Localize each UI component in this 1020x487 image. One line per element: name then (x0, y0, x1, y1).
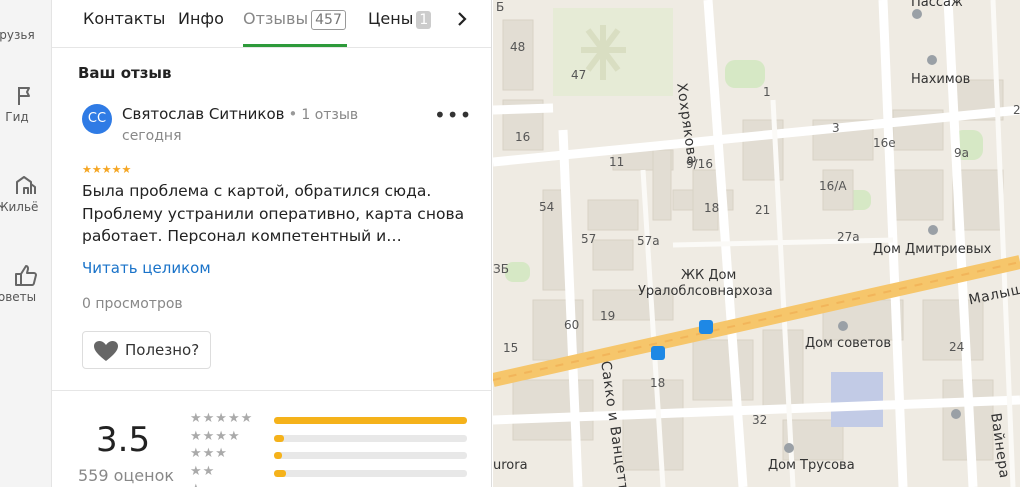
author-reviews-count: 1 отзыв (301, 107, 359, 123)
divider (52, 390, 491, 391)
histogram-stars: ★★★★ (190, 429, 241, 444)
plaza-area (831, 372, 883, 427)
house-number: 48 (510, 40, 526, 54)
histogram-row: ★ (190, 483, 470, 487)
flag-icon (18, 87, 30, 105)
rating-score: 3.5 (96, 420, 151, 460)
house-number: 16 (515, 130, 531, 144)
review-text: Была проблема с картой, обратился сюда. … (82, 182, 465, 245)
review-stars: ★★★★★ (82, 163, 132, 176)
rail-item-tips[interactable]: оветы (0, 262, 52, 304)
reviews-count-badge: 457 (311, 10, 346, 30)
read-more-link[interactable]: Читать целиком (82, 259, 211, 277)
histogram-row: ★★★ (190, 447, 470, 463)
useful-button-label: Полезно? (125, 341, 200, 359)
poi-label[interactable]: Дом советов (805, 336, 891, 351)
histogram-bar (274, 452, 282, 459)
review-author: Святослав Ситников • 1 отзыв (122, 105, 358, 123)
org-panel: Контакты Инфо Отзывы 457 Цены 1 Ваш отзыв … (52, 0, 492, 487)
poi-label[interactable]: Дом Трусова (768, 458, 855, 473)
house-number: 9а (954, 146, 969, 160)
housing-icon (16, 176, 36, 194)
tab-prices-label: Цены (368, 9, 414, 28)
house-number: 1 (763, 85, 771, 99)
house-number: 18 (704, 201, 720, 215)
author-name[interactable]: Святослав Ситников (122, 105, 284, 123)
tab-info[interactable]: Инфо (178, 9, 224, 28)
house-number: Б (496, 0, 505, 14)
more-dots-icon[interactable]: ••• (434, 105, 472, 125)
useful-button[interactable]: Полезно? (82, 331, 211, 369)
chevron-right-icon[interactable] (456, 9, 468, 34)
house-number: 21 (755, 203, 771, 217)
thumb-up-icon (15, 265, 37, 286)
histogram-track (274, 470, 467, 477)
house-number: 3 (832, 121, 840, 135)
house-number: 18 (650, 376, 666, 390)
prices-count-badge: 1 (416, 11, 432, 29)
review-date: сегодня (122, 128, 182, 144)
histogram-row: ★★ (190, 465, 470, 481)
house-number: 57 (581, 232, 597, 246)
rail-item-housing[interactable]: Жильё (0, 172, 52, 214)
tab-bar: Контакты Инфо Отзывы 457 Цены 1 (52, 0, 491, 48)
left-rail: рузья Гид Жильё оветы (0, 0, 52, 487)
poi-label[interactable]: ЖК Дом (681, 268, 736, 283)
histogram-bar (274, 435, 284, 442)
tab-reviews[interactable]: Отзывы 457 (243, 9, 346, 30)
house-number: 19 (600, 309, 616, 323)
house-number: ЗБ (493, 262, 509, 276)
heart-icon (94, 341, 118, 361)
rail-item-guide-label: Гид (5, 110, 29, 124)
histogram-stars: ★★★ (190, 446, 228, 461)
your-review-title: Ваш отзыв (78, 64, 172, 82)
tab-contacts[interactable]: Контакты (83, 9, 165, 28)
house-number: 47 (571, 68, 587, 82)
house-number: 24 (949, 340, 965, 354)
house-number: 57а (637, 234, 660, 248)
histogram-stars: ★★★★★ (190, 411, 254, 426)
house-number: 9/16 (686, 157, 713, 171)
map[interactable]: Хохрякова Малышева Сакко и Ванцетти Вайн… (493, 0, 1020, 487)
house-number: 54 (539, 200, 555, 214)
poi-label[interactable]: Уралоблсовнархоза (638, 284, 773, 299)
house-number: 11 (609, 155, 625, 169)
tab-info-label: Инфо (178, 9, 224, 28)
house-number: 60 (564, 318, 580, 332)
rail-item-guide[interactable]: Гид (0, 84, 52, 124)
rating-count: 559 оценок (78, 466, 175, 485)
histogram-track (274, 417, 467, 424)
green-patch (725, 60, 765, 88)
house-number: 27а (837, 230, 860, 244)
histogram-row: ★★★★★ (190, 412, 470, 428)
rail-item-friends-label: рузья (0, 28, 35, 42)
author-separator: • (288, 105, 298, 123)
active-tab-indicator (243, 44, 347, 47)
histogram-row: ★★★★ (190, 430, 470, 446)
house-number: 16е (873, 136, 896, 150)
rail-item-housing-label: Жильё (0, 200, 39, 214)
histogram-stars: ★★ (190, 464, 216, 479)
poi-label[interactable]: Пассаж (911, 0, 963, 10)
house-number: 16/А (819, 179, 847, 193)
histogram-track (274, 435, 467, 442)
tab-prices[interactable]: Цены 1 (368, 9, 432, 29)
poi-label[interactable]: urora (493, 458, 528, 473)
poi-label[interactable]: Дом Дмитриевых (873, 242, 991, 257)
rail-item-friends[interactable]: рузья (0, 6, 52, 42)
tab-contacts-label: Контакты (83, 9, 166, 28)
histogram-stars: ★ (190, 483, 203, 487)
house-number: 2 (1013, 103, 1020, 117)
review-views: 0 просмотров (82, 296, 183, 312)
histogram-bar (274, 417, 467, 424)
house-number: 32 (752, 413, 768, 427)
avatar[interactable]: СС (82, 104, 112, 134)
poi-label[interactable]: Нахимов (911, 72, 970, 87)
rail-item-tips-label: оветы (0, 290, 37, 304)
house-number: 15 (503, 341, 519, 355)
histogram-track (274, 452, 467, 459)
histogram-bar (274, 470, 286, 477)
tab-reviews-label: Отзывы (243, 9, 309, 28)
